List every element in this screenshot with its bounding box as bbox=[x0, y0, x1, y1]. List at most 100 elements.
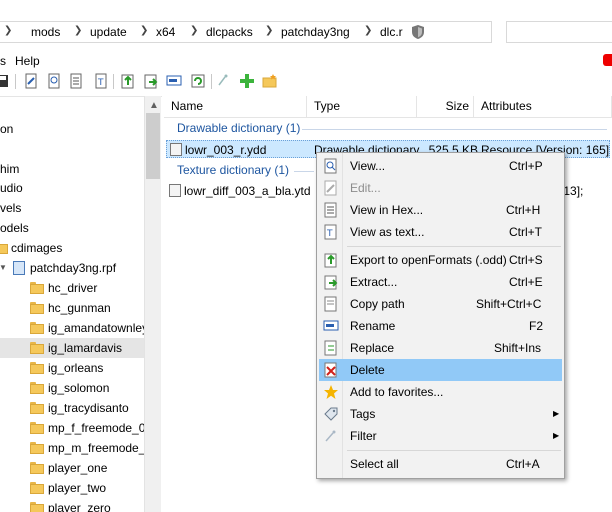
menu-help[interactable]: Help bbox=[15, 54, 40, 68]
chevron-right-icon[interactable]: ❯ bbox=[74, 25, 82, 36]
column-header-type[interactable]: Type bbox=[307, 96, 417, 118]
menu-item-view[interactable]: View... Ctrl+P bbox=[319, 155, 562, 177]
menu-item-delete[interactable]: Delete bbox=[319, 359, 562, 381]
tree-item[interactable]: mp_m_freemode_01 bbox=[0, 438, 144, 458]
star-icon bbox=[324, 385, 338, 399]
group-header[interactable]: Drawable dictionary (1) bbox=[177, 121, 300, 135]
tree-item[interactable]: vels bbox=[0, 198, 144, 218]
breadcrumb-item[interactable]: update bbox=[90, 25, 127, 39]
tag-icon bbox=[324, 407, 338, 421]
menu-item-edit[interactable]: Edit... bbox=[319, 177, 562, 199]
folder-icon bbox=[30, 402, 44, 414]
chevron-up-icon[interactable]: ▲ bbox=[149, 100, 159, 111]
chevron-right-icon[interactable]: ❯ bbox=[364, 25, 372, 36]
svg-text:T: T bbox=[97, 78, 104, 88]
breadcrumb-item[interactable]: x64 bbox=[156, 25, 175, 39]
refresh-icon[interactable] bbox=[190, 73, 206, 89]
tree-item[interactable]: odels bbox=[0, 218, 144, 238]
add-icon[interactable] bbox=[239, 73, 255, 89]
breadcrumb-item[interactable]: dlcpacks bbox=[206, 25, 253, 39]
tree-item[interactable]: player_zero bbox=[0, 498, 144, 512]
chevron-down-icon[interactable]: ▼ bbox=[0, 258, 7, 278]
menu-item-export[interactable]: Export to openFormats (.odd) Ctrl+S bbox=[319, 249, 562, 271]
menu-item-view-text[interactable]: T View as text... Ctrl+T bbox=[319, 221, 562, 243]
tree-item[interactable]: hc_gunman bbox=[0, 298, 144, 318]
menu-item-replace[interactable]: Replace Shift+Ins bbox=[319, 337, 562, 359]
tree-item[interactable]: him bbox=[0, 159, 144, 179]
tree-item-rpf[interactable]: ▼ patchday3ng.rpf bbox=[0, 258, 144, 278]
menu-item-extract[interactable]: Extract... Ctrl+E bbox=[319, 271, 562, 293]
copy-icon bbox=[324, 296, 337, 312]
breadcrumb-item[interactable]: patchday3ng bbox=[281, 25, 350, 39]
tree-item[interactable]: player_two bbox=[0, 478, 144, 498]
folder-icon bbox=[30, 502, 44, 512]
menu-item[interactable]: s bbox=[0, 54, 6, 68]
scrollbar-thumb[interactable] bbox=[146, 113, 160, 179]
tree-item-selected[interactable]: ig_lamardavis bbox=[0, 338, 144, 358]
menu-item-copy-path[interactable]: Copy path Shift+Ctrl+C bbox=[319, 293, 562, 315]
folder-icon bbox=[30, 482, 44, 494]
chevron-right-icon[interactable]: ❯ bbox=[140, 25, 148, 36]
tree-item[interactable]: udio bbox=[0, 178, 144, 198]
toolbar: T bbox=[0, 70, 612, 94]
hex-icon bbox=[324, 202, 337, 218]
search-file-icon[interactable] bbox=[46, 73, 62, 89]
tree-item[interactable]: ig_solomon bbox=[0, 378, 144, 398]
tree-item[interactable]: ig_amandatownley bbox=[0, 318, 148, 338]
tree-item[interactable]: player_one bbox=[0, 458, 144, 478]
folder-icon bbox=[30, 462, 44, 474]
text-file-icon[interactable]: T bbox=[93, 73, 109, 89]
breadcrumb-item[interactable]: mods bbox=[31, 25, 60, 39]
menu-item-add-favorites[interactable]: Add to favorites... bbox=[319, 381, 562, 403]
extract-icon bbox=[324, 275, 338, 290]
folder-icon bbox=[30, 322, 44, 334]
chevron-right-icon: ▶ bbox=[553, 409, 560, 418]
search-input[interactable] bbox=[506, 21, 612, 43]
tree-item-cdimages[interactable]: cdimages bbox=[0, 238, 144, 258]
tree-item[interactable]: on bbox=[0, 119, 144, 139]
text-icon: T bbox=[324, 224, 337, 240]
filter-icon[interactable] bbox=[216, 73, 232, 89]
tree-item[interactable]: hc_driver bbox=[0, 278, 144, 298]
menu-item-select-all[interactable]: Select all Ctrl+A bbox=[319, 453, 562, 475]
tree-item[interactable]: mp_f_freemode_01 bbox=[0, 418, 144, 438]
column-header-name[interactable]: Name bbox=[164, 96, 307, 118]
export-icon[interactable] bbox=[120, 73, 136, 89]
save-icon[interactable] bbox=[0, 73, 10, 89]
new-folder-icon[interactable] bbox=[262, 73, 278, 89]
replace-icon bbox=[324, 340, 337, 356]
column-header-size[interactable]: Size bbox=[417, 96, 474, 118]
tree-item[interactable]: ig_tracydisanto bbox=[0, 398, 144, 418]
extract-icon[interactable] bbox=[143, 73, 159, 89]
chevron-right-icon[interactable]: ❯ bbox=[190, 25, 198, 36]
file-icon bbox=[170, 143, 182, 156]
folder-icon bbox=[0, 242, 8, 254]
rename-icon bbox=[323, 320, 339, 331]
delete-icon bbox=[324, 362, 337, 378]
svg-text:T: T bbox=[326, 229, 333, 239]
folder-icon bbox=[30, 382, 44, 394]
folder-icon bbox=[30, 362, 44, 374]
folder-icon bbox=[30, 282, 44, 294]
view-icon bbox=[324, 158, 337, 174]
folder-icon bbox=[30, 422, 44, 434]
video-icon[interactable] bbox=[603, 54, 612, 66]
group-header[interactable]: Texture dictionary (1) bbox=[177, 163, 289, 177]
menu-item-tags[interactable]: Tags ▶ bbox=[319, 403, 562, 425]
chevron-right-icon: ▶ bbox=[553, 431, 560, 440]
shield-icon bbox=[412, 25, 424, 39]
menu-item-rename[interactable]: Rename F2 bbox=[319, 315, 562, 337]
edit-icon bbox=[324, 180, 337, 196]
chevron-right-icon: ❯ bbox=[4, 25, 13, 36]
menu-item-view-hex[interactable]: View in Hex... Ctrl+H bbox=[319, 199, 562, 221]
tree-scrollbar[interactable]: ▲ bbox=[144, 96, 161, 512]
menu-item-filter[interactable]: Filter ▶ bbox=[319, 425, 562, 447]
hex-file-icon[interactable] bbox=[68, 73, 84, 89]
context-menu: View... Ctrl+P Edit... View in Hex... Ct… bbox=[316, 152, 565, 479]
rename-icon[interactable] bbox=[166, 73, 182, 89]
breadcrumb-item[interactable]: dlc.r bbox=[380, 25, 403, 39]
edit-file-icon[interactable] bbox=[23, 73, 39, 89]
tree-item[interactable]: ig_orleans bbox=[0, 358, 144, 378]
column-header-attributes[interactable]: Attributes bbox=[474, 96, 612, 118]
chevron-right-icon[interactable]: ❯ bbox=[265, 25, 273, 36]
